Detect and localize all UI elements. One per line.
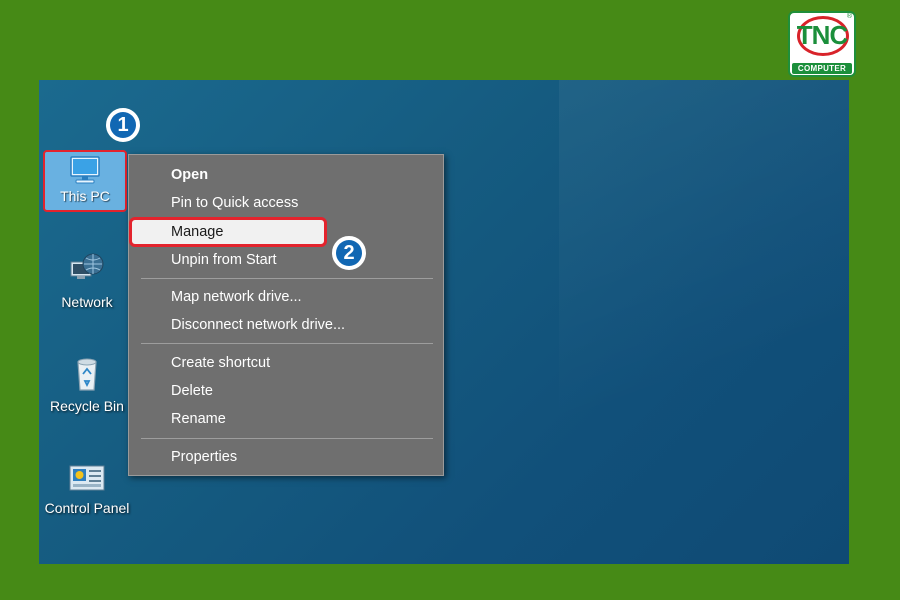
logo-registered-mark: ® bbox=[846, 13, 852, 20]
desktop-icon-this-pc[interactable]: This PC bbox=[43, 150, 127, 212]
menu-item-properties[interactable]: Properties bbox=[171, 449, 237, 465]
menu-separator bbox=[141, 278, 433, 279]
desktop-icon-label: Network bbox=[61, 294, 113, 310]
tnc-logo: TNC ® COMPUTER bbox=[788, 11, 856, 77]
computer-monitor-icon bbox=[70, 156, 100, 184]
menu-item-delete[interactable]: Delete bbox=[171, 383, 213, 399]
menu-item-pin-quick-access[interactable]: Pin to Quick access bbox=[171, 195, 298, 211]
step-badge-1: 1 bbox=[106, 108, 140, 142]
desktop-icon-control-panel[interactable]: Control Panel bbox=[39, 460, 135, 516]
menu-item-unpin-start[interactable]: Unpin from Start bbox=[171, 252, 277, 268]
context-menu: Open Pin to Quick access Manage Unpin fr… bbox=[128, 154, 444, 476]
menu-item-disconnect-network-drive[interactable]: Disconnect network drive... bbox=[171, 317, 345, 333]
logo-text: TNC bbox=[796, 20, 848, 50]
desktop-icon-label: This PC bbox=[60, 188, 110, 204]
recycle-bin-icon bbox=[77, 358, 97, 391]
menu-item-manage[interactable]: Manage bbox=[129, 217, 327, 247]
step-badge-2: 2 bbox=[332, 236, 366, 270]
menu-item-rename[interactable]: Rename bbox=[171, 411, 226, 427]
menu-item-manage-label: Manage bbox=[171, 224, 224, 240]
desktop-icon-recycle-bin[interactable]: Recycle Bin bbox=[39, 354, 135, 414]
network-globe-icon bbox=[70, 253, 104, 279]
desktop-icon-label: Control Panel bbox=[44, 500, 130, 516]
desktop-icon-network[interactable]: Network bbox=[39, 250, 135, 310]
step-number: 1 bbox=[110, 112, 136, 138]
menu-item-open[interactable]: Open bbox=[171, 167, 208, 183]
menu-separator bbox=[141, 438, 433, 439]
menu-item-create-shortcut[interactable]: Create shortcut bbox=[171, 355, 270, 371]
menu-item-map-network-drive[interactable]: Map network drive... bbox=[171, 289, 302, 305]
desktop[interactable]: This PC Network Recycle Bin Control Pane… bbox=[39, 80, 849, 564]
menu-separator bbox=[141, 343, 433, 344]
logo-subtext: COMPUTER bbox=[792, 63, 852, 74]
desktop-icon-label: Recycle Bin bbox=[50, 398, 124, 414]
control-panel-icon bbox=[69, 465, 105, 491]
step-number: 2 bbox=[336, 240, 362, 266]
